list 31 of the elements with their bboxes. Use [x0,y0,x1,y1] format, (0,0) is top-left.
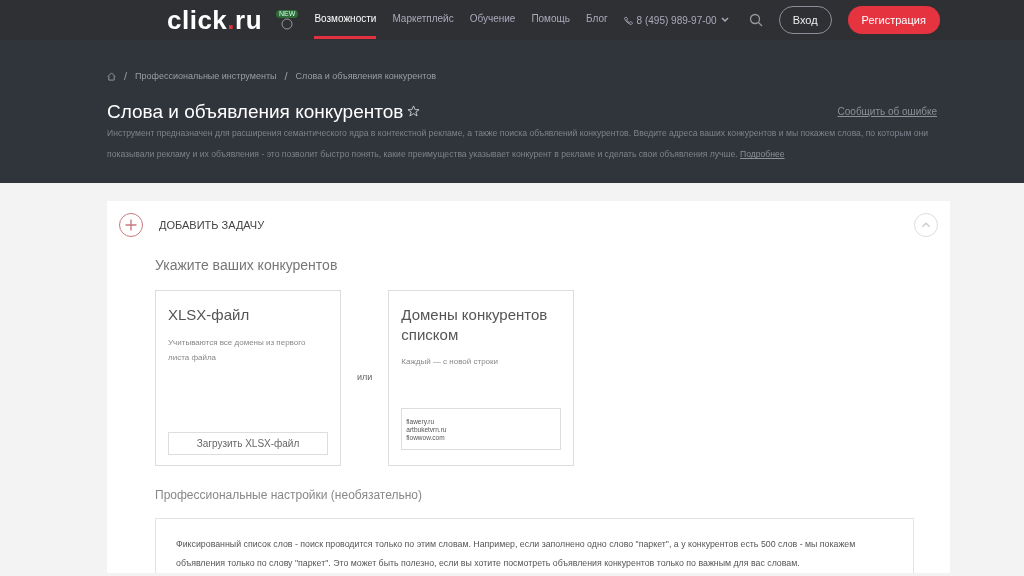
page-title: Слова и объявления конкурентов [107,100,404,124]
breadcrumb-separator: / [284,69,288,84]
card-hint: Учитываются все домены из первого листа файла [168,336,307,364]
upload-button[interactable]: Загрузить XLSX-файл [168,432,328,455]
more-link[interactable]: Подробнее [740,149,785,160]
breadcrumb-link[interactable]: Профессиональные инструменты [135,69,277,83]
search-icon[interactable] [748,13,763,27]
phone-icon [623,15,633,25]
breadcrumb-link[interactable]: Слова и объявления конкурентов [295,69,436,83]
description: Инструмент предназначен для расширения семантического ядра в контекстной рекламе, а также поиска объявлений конкурентов. Введите адреса ваших конкурентов и мы покажем слова, по которым они показывали рекламу и их объявления - это позволит быстро понять, какие преимущества указывает конкурент в рекламе и сделать свои объявления лучше. Подробнее [107,127,930,162]
card-title: XLSX-файл [168,305,251,325]
section-title: Профессиональные настройки (необязательно) [155,487,424,504]
home-icon[interactable] [107,71,116,81]
register-button[interactable]: Регистрация [847,5,940,35]
nav-link[interactable]: Маркетплейс [392,1,454,39]
settings-description: Фиксированный список слов - поиск проводится только по этим словам. Например, если заполнено одно слово "паркет", а у конкурентов есть 500 слов - мы покажем объявления только по слову "паркет". Это может быть полезно, если вы хотите посмотреть объявления конкурентов только по важным для вас словам. [155,518,914,573]
star-icon[interactable] [407,105,421,119]
card-hint: Каждый — с новой строки [401,356,500,368]
chevron-down-icon[interactable] [720,17,729,23]
section-title: Укажите ваших конкурентов [155,256,339,275]
nav-link[interactable]: Помощь [531,1,570,39]
globe-icon [281,18,294,31]
logo[interactable]: click.ru [167,7,263,33]
phone-number[interactable]: 8 (495) 989-97-00 [636,12,717,28]
nav-link[interactable]: Блог [586,1,608,39]
breadcrumb-separator: / [124,69,128,84]
nav-link[interactable]: Обучение [469,1,516,39]
report-error-link[interactable]: Сообщить об ошибке [837,104,937,120]
card-title: Домены конкурентов списком [401,305,549,344]
or-label: или [357,371,373,385]
add-task-title[interactable]: ДОБАВИТЬ ЗАДАЧУ [159,216,265,234]
